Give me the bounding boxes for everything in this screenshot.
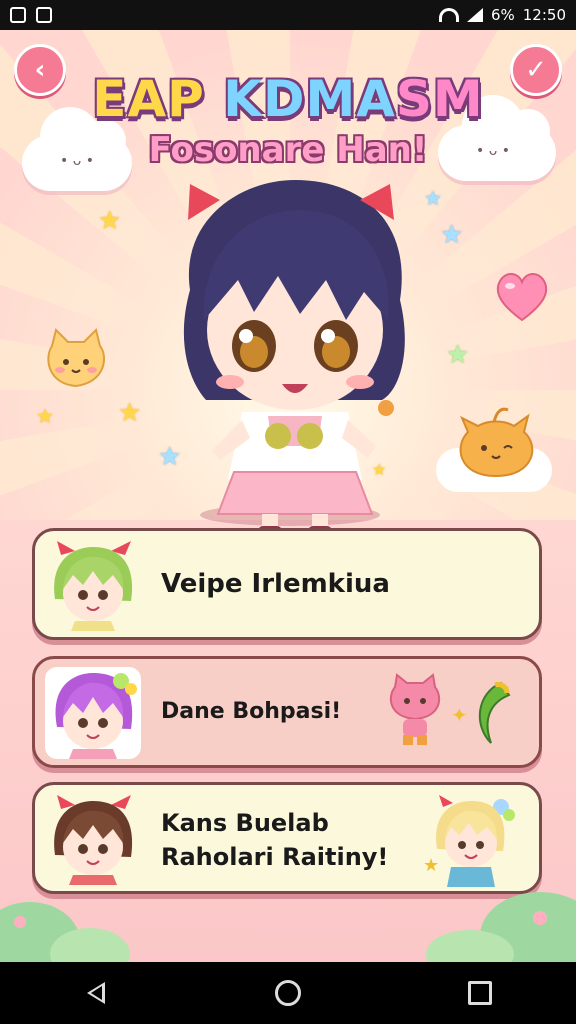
star-icon: ★ [440,220,464,250]
blonde-character-icon: ★ [421,793,517,889]
notification-icon [10,7,26,23]
system-nav-bar [0,962,576,1024]
status-bar: 6% 12:50 [0,0,576,30]
bush-decoration [0,892,576,962]
blob-pet-icon [448,402,544,486]
gallery-icon [36,7,52,23]
cat-pet-icon [38,326,114,396]
game-screen: ‹ ✓ • ᴗ • • ᴗ • EAP KDMASM Fosonare Han!… [0,30,576,962]
wifi-icon [438,8,459,22]
circle-home-icon [275,980,301,1006]
green-hair-avatar [45,539,141,631]
star-icon: ★ [118,398,142,428]
menu-card-3-subtitle: Raholari Raitiny! [161,843,389,871]
purple-hair-avatar [45,667,141,759]
menu-card-3[interactable]: Kans Buelab Raholari Raitiny! ★ [32,782,542,894]
pink-cat-icon [387,673,443,749]
clock: 12:50 [522,6,566,24]
star-icon: ★ [98,206,122,236]
sparkle-icon: ✦ [451,703,468,727]
heart-icon [492,266,552,326]
menu-card-2-label: Dane Bohpasi! [161,699,342,724]
menu-card-2[interactable]: Dane Bohpasi! ✦ [32,656,542,768]
signal-icon [466,8,483,22]
battery-level: 6% [490,6,515,24]
menu-card-1-label: Veipe Irlemkiua [161,569,390,599]
svg-text:★: ★ [423,855,439,876]
square-recent-icon [468,981,492,1005]
game-title: EAP KDMASM [92,70,484,128]
menu-card-3-title: Kans Buelab [161,809,329,837]
brown-hair-avatar [45,793,141,885]
nav-recent-button[interactable] [450,971,510,1015]
nav-home-button[interactable] [258,971,318,1015]
triangle-back-icon [87,982,105,1004]
star-icon: ★ [446,340,470,370]
nav-back-button[interactable] [66,971,126,1015]
menu-card-1[interactable]: Veipe Irlemkiua [32,528,542,640]
star-icon: ★ [36,404,54,428]
leaf-icon [471,681,511,745]
main-character[interactable] [150,180,440,540]
